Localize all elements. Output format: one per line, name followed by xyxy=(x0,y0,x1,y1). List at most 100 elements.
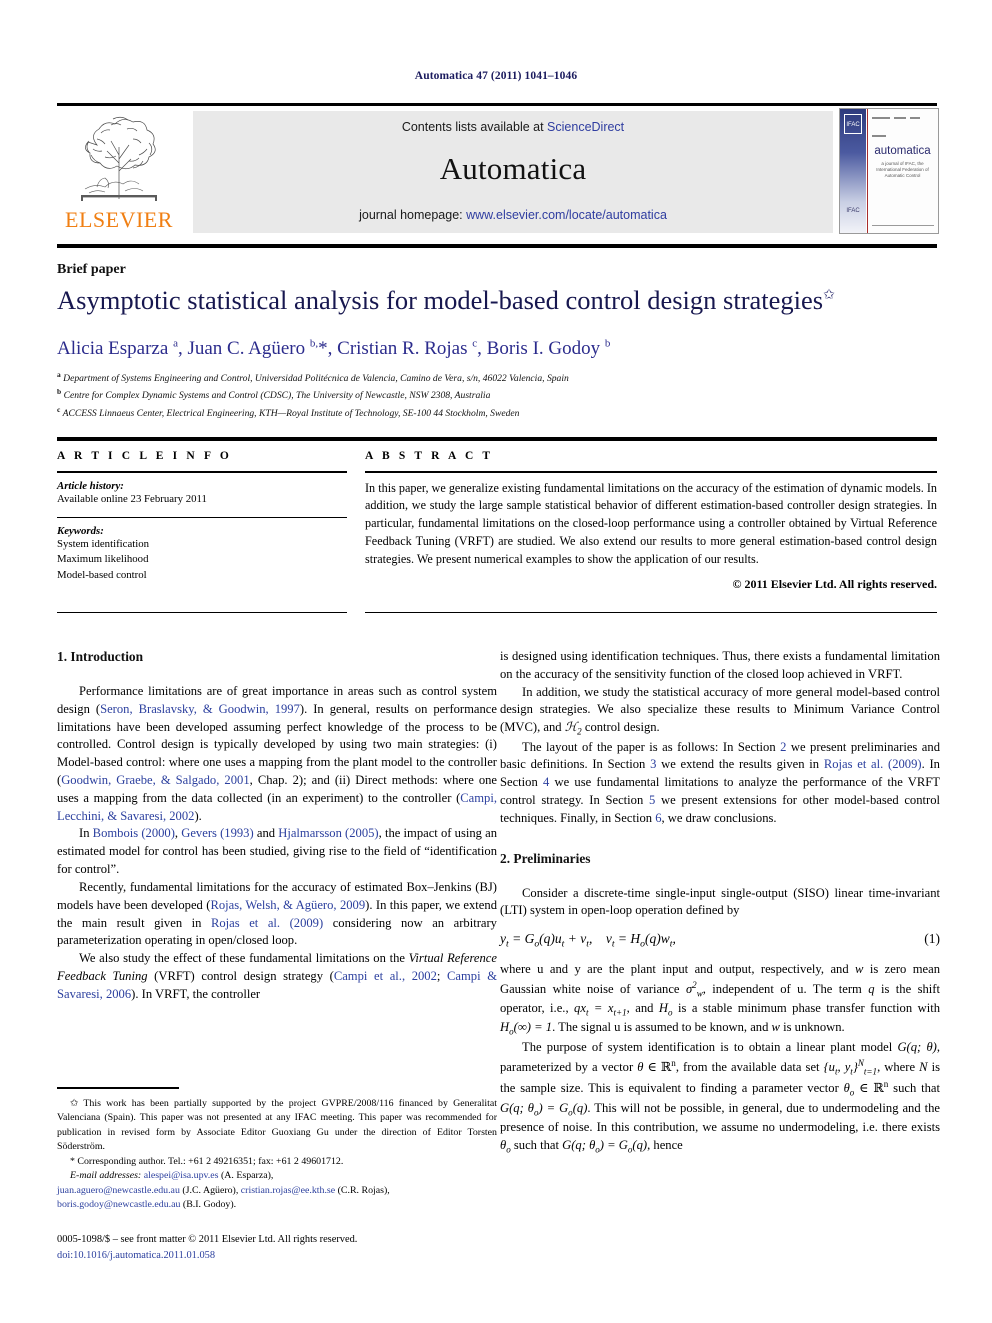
math-symbol: ℋ2 xyxy=(564,720,582,737)
email-address[interactable]: cristian.rojas@ee.kth.se xyxy=(241,1185,335,1196)
cover-journal-subtitle: a journal of IFAC, the International Fed… xyxy=(876,161,929,178)
paper-page: Automatica 47 (2011) 1041–1046 ELSEVIER … xyxy=(0,0,992,1323)
keywords-label: Keywords: xyxy=(57,525,104,538)
author-list: Alicia Esparza a, Juan C. Agüero b,*, Cr… xyxy=(57,337,611,359)
body-column-left: 1. Introduction Performance limitations … xyxy=(57,648,497,1004)
paragraph: The layout of the paper is as follows: I… xyxy=(500,739,940,828)
abstract-bottom-rule xyxy=(365,612,937,614)
cover-red-rule xyxy=(867,109,868,233)
paragraph: In Bombois (2000), Gevers (1993) and Hja… xyxy=(57,825,497,878)
citation-link[interactable]: Seron, Braslavsky, & Goodwin, 1997 xyxy=(100,702,300,716)
text-run: In xyxy=(79,826,93,841)
citation-link[interactable]: Rojas, Welsh, & Agüero, 2009 xyxy=(210,898,365,912)
citation-link[interactable]: Campi et al., 2002 xyxy=(334,969,437,983)
cover-bottom-rule xyxy=(872,225,934,226)
footnote-corresponding: * Corresponding author. Tel.: +61 2 4921… xyxy=(57,1155,497,1169)
paragraph: Performance limitations are of great imp… xyxy=(57,683,497,826)
text-run: ). In VRFT, the controller xyxy=(131,986,261,1001)
footnote-asterisk: * xyxy=(70,1155,75,1167)
citation-link[interactable]: Rojas et al. (2009) xyxy=(824,757,922,771)
abstract-heading: A B S T R A C T xyxy=(365,450,494,462)
homepage-prefix: journal homepage: xyxy=(359,208,467,222)
homepage-link[interactable]: www.elsevier.com/locate/automatica xyxy=(466,208,667,222)
citation-link[interactable]: Goodwin, Graebe, & Salgado, 2001 xyxy=(61,773,249,787)
text-run: and xyxy=(253,826,279,841)
keyword-item: System identification xyxy=(57,538,150,551)
abstract-box: A B S T R A C T In this paper, we genera… xyxy=(365,450,937,592)
paragraph: Recently, fundamental limitations for th… xyxy=(57,879,497,950)
keyword-item: Maximum likelihood xyxy=(57,553,149,566)
paragraph: is designed using identification techniq… xyxy=(500,649,940,681)
footnote-block: ✩ This work has been partially supported… xyxy=(57,1097,497,1213)
abstract-copyright: © 2011 Elsevier Ltd. All rights reserved… xyxy=(732,576,937,591)
footnote-emails-cont2: boris.godoy@newcastle.edu.au (B.I. Godoy… xyxy=(57,1198,497,1212)
email-owner: (A. Esparza), xyxy=(218,1170,274,1182)
equation-1: yt = Go(q)ut + vt, vt = Ho(q)wt, (1) xyxy=(500,929,940,951)
paragraph: Consider a discrete-time single-input si… xyxy=(500,885,940,918)
text-run: ; xyxy=(436,968,447,983)
email-address[interactable]: alespei@isa.upv.es xyxy=(144,1170,219,1181)
section-heading-preliminaries: 2. Preliminaries xyxy=(500,850,591,866)
info-top-rule xyxy=(57,437,937,441)
email-label: E-mail addresses: xyxy=(70,1170,142,1182)
text-run: , we draw conclusions. xyxy=(661,810,777,825)
equation-1-body: yt = Go(q)ut + vt, vt = Ho(q)wt, xyxy=(500,931,676,950)
body-column-right: is designed using identification techniq… xyxy=(500,648,940,1156)
paragraph: We also study the effect of these fundam… xyxy=(57,950,497,1003)
article-title-text: Asymptotic statistical analysis for mode… xyxy=(57,285,824,315)
elsevier-logo: ELSEVIER xyxy=(59,111,179,233)
article-history-label: Article history: xyxy=(57,479,124,492)
imprint-issn-line: 0005-1098/$ – see front matter © 2011 El… xyxy=(57,1234,358,1245)
affiliation-text: Department of Systems Engineering and Co… xyxy=(63,373,569,385)
equation-1-number: (1) xyxy=(924,931,940,947)
paragraph: The purpose of system identification is … xyxy=(500,1039,940,1155)
article-type-label: Brief paper xyxy=(57,262,126,277)
email-address[interactable]: juan.aguero@newcastle.edu.au xyxy=(57,1185,180,1196)
sciencedirect-band: Contents lists available at ScienceDirec… xyxy=(193,111,833,233)
footnote-corresponding-text: Corresponding author. Tel.: +61 2 492163… xyxy=(77,1155,344,1167)
abstract-text: In this paper, we generalize existing fu… xyxy=(365,480,937,566)
title-footnote-marker: ✩ xyxy=(823,288,835,304)
footnote-funding: ✩ This work has been partially supported… xyxy=(57,1097,497,1155)
journal-cover-thumbnail: IFAC IFAC automatica a journal of IFAC, … xyxy=(839,108,939,234)
email-owner: (C.R. Rojas), xyxy=(335,1184,390,1196)
email-address[interactable]: boris.godoy@newcastle.edu.au xyxy=(57,1199,180,1210)
email-owner: (J.C. Agüero), xyxy=(179,1184,239,1196)
citation-link[interactable]: Bombois (2000) xyxy=(93,826,175,840)
elsevier-tree-icon xyxy=(81,116,157,201)
affiliation-text: Centre for Complex Dynamic Systems and C… xyxy=(63,390,491,402)
affiliation-list: a Department of Systems Engineering and … xyxy=(57,369,937,421)
ifac-badge-top: IFAC xyxy=(844,114,862,134)
cover-journal-name: automatica xyxy=(874,145,931,157)
affiliation-text: ACCESS Linnaeus Center, Electrical Engin… xyxy=(62,407,520,419)
article-history-value: Available online 23 February 2011 xyxy=(57,492,207,505)
page-title: Asymptotic statistical analysis for mode… xyxy=(57,285,937,316)
contents-line: Contents lists available at ScienceDirec… xyxy=(193,120,833,134)
affiliation-item: a Department of Systems Engineering and … xyxy=(57,370,569,385)
doi-link[interactable]: doi:10.1016/j.automatica.2011.01.058 xyxy=(57,1248,497,1264)
footnote-star-marker: ✩ xyxy=(70,1098,79,1109)
masthead-top-rule xyxy=(57,103,937,106)
journal-masthead: ELSEVIER Contents lists available at Sci… xyxy=(57,103,939,234)
citation-link[interactable]: Hjalmarsson (2005) xyxy=(278,826,378,840)
contents-prefix: Contents lists available at xyxy=(401,120,548,134)
article-info-box: A R T I C L E I N F O Article history: A… xyxy=(57,450,347,583)
footnote-funding-text: This work has been partially supported b… xyxy=(57,1098,497,1153)
article-info-heading: A R T I C L E I N F O xyxy=(57,450,232,462)
ifac-badge-bottom: IFAC xyxy=(846,208,860,214)
footnote-emails: E-mail addresses: alespei@isa.upv.es (A.… xyxy=(57,1169,497,1183)
paragraph: where u and y are the plant input and ou… xyxy=(500,961,940,1037)
citation-link[interactable]: Rojas et al. (2009) xyxy=(211,916,323,930)
journal-title: Automatica xyxy=(439,151,587,186)
text-run: The layout of the paper is as follows: I… xyxy=(522,739,781,754)
affiliation-item: b Centre for Complex Dynamic Systems and… xyxy=(57,387,491,402)
text-run: we extend the results given in xyxy=(656,757,824,772)
citation-link[interactable]: Gevers (1993) xyxy=(181,826,253,840)
title-top-rule xyxy=(57,244,937,248)
abstract-divider xyxy=(365,471,937,473)
footnote-rule xyxy=(57,1087,179,1089)
imprint-block: 0005-1098/$ – see front matter © 2011 El… xyxy=(57,1232,497,1263)
sciencedirect-link[interactable]: ScienceDirect xyxy=(547,120,624,134)
keyword-item: Model-based control xyxy=(57,568,147,581)
cover-header-lines xyxy=(872,117,934,137)
